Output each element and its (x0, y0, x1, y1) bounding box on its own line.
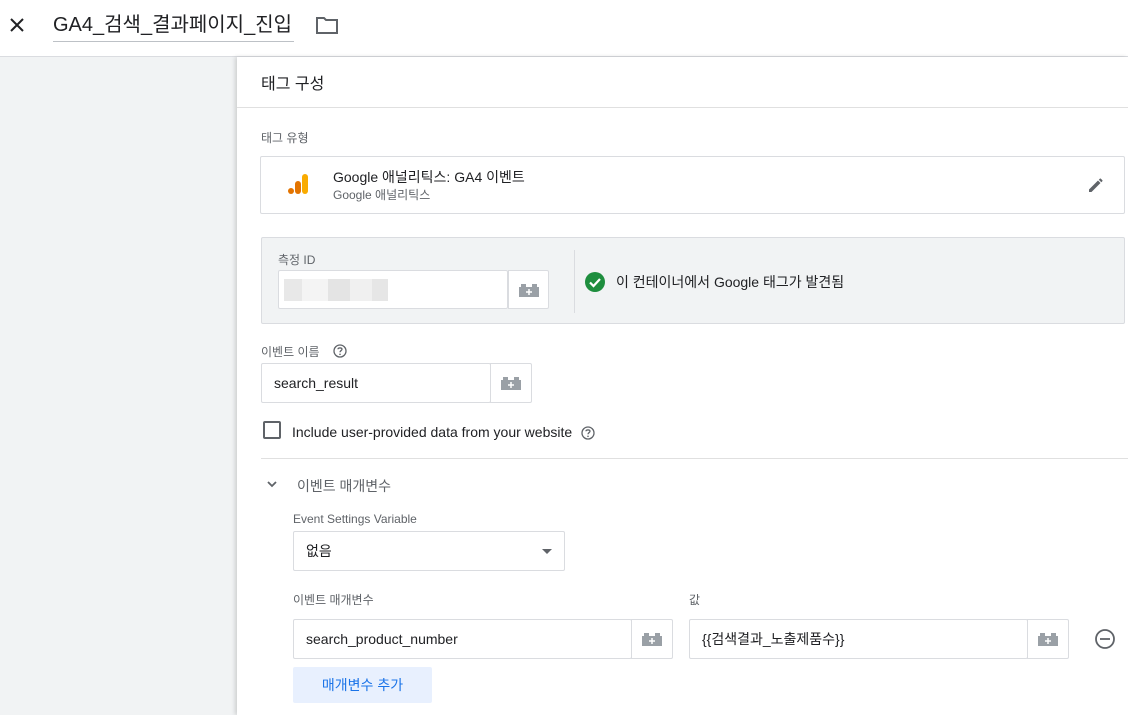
param-value-value: {{검색결과_노출제품수}} (702, 631, 845, 647)
tag-type-card[interactable]: Google 애널리틱스: GA4 이벤트 Google 애널리틱스 (260, 156, 1125, 214)
event-name-value: search_result (274, 375, 359, 391)
event-name-input[interactable]: search_result (261, 363, 491, 403)
param-name-input[interactable]: search_product_number (293, 619, 632, 659)
help-icon[interactable] (333, 344, 347, 358)
param-value-column-label: 값 (689, 593, 701, 607)
dropdown-arrow-icon (542, 549, 552, 554)
divider (574, 250, 575, 313)
tag-type-name: Google 애널리틱스: GA4 이벤트 (333, 169, 525, 185)
event-name-label: 이벤트 이름 (261, 345, 320, 359)
event-settings-variable-value: 없음 (306, 543, 332, 559)
pencil-icon[interactable] (1086, 175, 1106, 195)
event-settings-variable-select[interactable]: 없음 (293, 531, 565, 571)
param-value-input[interactable]: {{검색결과_노출제품수}} (689, 619, 1028, 659)
close-icon (10, 18, 24, 32)
panel-title: 태그 구성 (261, 76, 325, 93)
divider (237, 107, 1128, 108)
variable-picker-button[interactable] (631, 619, 673, 659)
redacted-block (284, 279, 302, 301)
measurement-id-label: 측정 ID (278, 253, 316, 267)
variable-picker-button[interactable] (1027, 619, 1069, 659)
redacted-block (302, 279, 328, 301)
user-data-checkbox-label: Include user-provided data from your web… (292, 424, 573, 440)
redacted-block (328, 279, 350, 301)
event-settings-variable-label: Event Settings Variable (293, 512, 417, 526)
lego-block-icon (642, 633, 662, 646)
param-name-column-label: 이벤트 매개변수 (293, 593, 374, 607)
chevron-down-icon[interactable] (265, 477, 279, 491)
header-bar: GA4_검색_결과페이지_진입 (0, 0, 1128, 57)
add-parameter-button[interactable]: 매개변수 추가 (293, 667, 432, 703)
lego-block-icon (501, 377, 521, 390)
tag-type-label: 태그 유형 (261, 131, 309, 145)
variable-picker-button[interactable] (508, 270, 549, 309)
redacted-block (350, 279, 372, 301)
tag-config-panel: 태그 구성 태그 유형 Google 애널리틱스: GA4 이벤트 Google… (237, 57, 1128, 715)
redacted-block (372, 279, 388, 301)
close-button[interactable] (6, 12, 28, 38)
lego-block-icon (1038, 633, 1058, 646)
help-icon[interactable] (581, 426, 595, 440)
left-pane (0, 57, 237, 715)
check-circle-icon (585, 272, 605, 292)
event-params-section-toggle[interactable]: 이벤트 매개변수 (297, 476, 391, 496)
tag-found-status: 이 컨테이너에서 Google 태그가 발견됨 (616, 274, 845, 290)
measurement-id-box: 측정 ID 이 컨테이너에서 Google 태그가 발견됨 (261, 237, 1125, 324)
google-analytics-logo (288, 174, 308, 194)
lego-block-icon (518, 283, 539, 297)
param-name-value: search_product_number (306, 631, 458, 647)
variable-picker-button[interactable] (490, 363, 532, 403)
divider (261, 458, 1128, 459)
tag-name-input[interactable]: GA4_검색_결과페이지_진입 (53, 12, 294, 42)
remove-circle-icon[interactable] (1094, 628, 1116, 650)
folder-icon[interactable] (316, 16, 338, 34)
tag-type-subtitle: Google 애널리틱스 (333, 188, 431, 202)
user-data-checkbox[interactable] (263, 421, 281, 439)
